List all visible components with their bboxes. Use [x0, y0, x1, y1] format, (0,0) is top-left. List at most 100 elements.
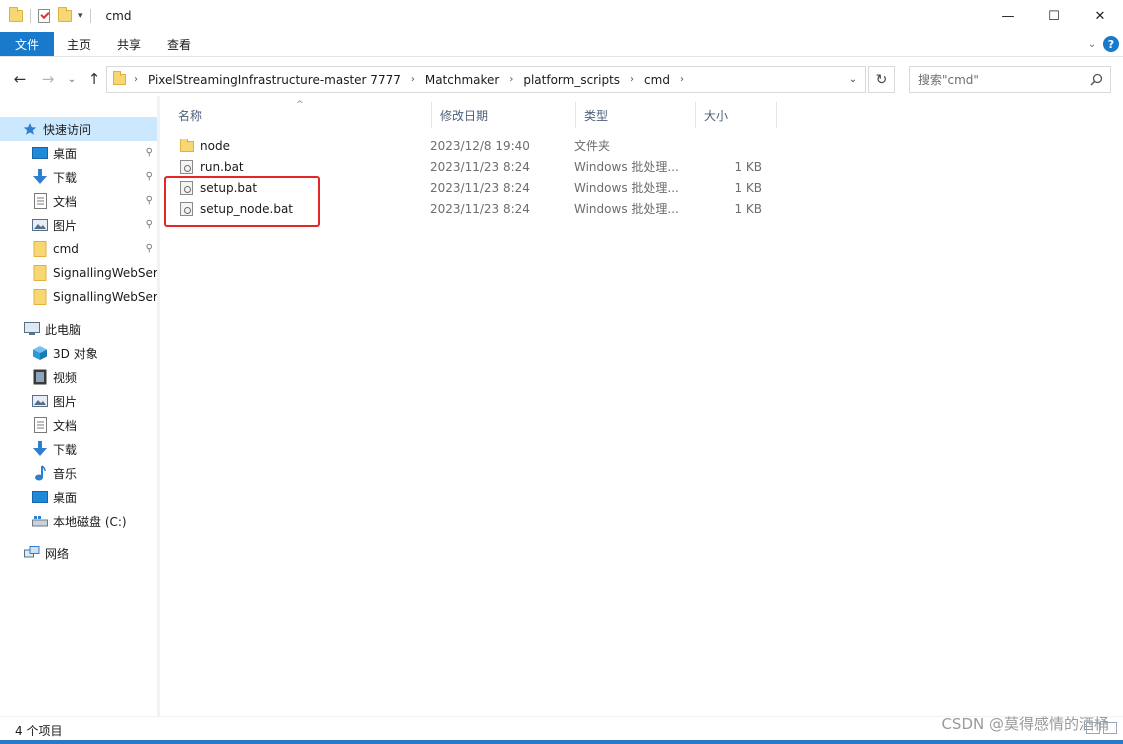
file-date: 2023/11/23 8:24 [430, 180, 530, 195]
back-button[interactable]: ← [10, 69, 30, 89]
pin-icon[interactable]: ⚲ [146, 219, 153, 230]
sidebar-item-label: 图片 [53, 218, 78, 233]
sidebar-item-downloads[interactable]: 下载 [32, 437, 157, 461]
folder-icon [9, 7, 23, 22]
tab-home[interactable]: 主页 [54, 32, 104, 56]
toolbar-divider [30, 9, 31, 23]
file-row[interactable]: node 2023/12/8 19:40 文件夹 [170, 135, 762, 156]
pin-icon[interactable]: ⚲ [146, 171, 153, 182]
folder-icon [32, 265, 48, 281]
search-box[interactable] [909, 66, 1111, 93]
drive-icon [32, 513, 48, 529]
download-icon [32, 169, 48, 185]
sidebar-item-pictures[interactable]: 图片 [32, 389, 157, 413]
sidebar-item-music[interactable]: 音乐 [32, 461, 157, 485]
computer-icon [24, 321, 40, 337]
breadcrumb-pixelstreaming[interactable]: PixelStreamingInfrastructure-master 7777 [148, 73, 401, 87]
file-size: 1 KB [734, 159, 762, 174]
sidebar-item-desktop[interactable]: 桌面 [32, 485, 157, 509]
expand-ribbon-icon[interactable]: ⌄ [1085, 37, 1099, 51]
sidebar-item-local-disk[interactable]: 本地磁盘 (C:) [32, 509, 157, 533]
breadcrumb-separator[interactable]: › [411, 74, 415, 85]
sidebar-item-3d-objects[interactable]: 3D 对象 [32, 341, 157, 365]
file-row[interactable]: run.bat 2023/11/23 8:24 Windows 批处理... 1… [170, 156, 762, 177]
sidebar-item-label: 文档 [53, 418, 78, 433]
up-button[interactable]: ↑ [84, 69, 104, 89]
ribbon-tabs: 文件 主页 共享 查看 ⌄ ? [0, 32, 1123, 57]
file-name-cell: run.bat [170, 159, 430, 174]
breadcrumb-platform-scripts[interactable]: platform_scripts [523, 73, 620, 87]
sidebar-item-downloads[interactable]: 下载 ⚲ [32, 165, 157, 189]
desktop-icon [32, 489, 48, 505]
sidebar-item-quick-access[interactable]: 快速访问 [0, 117, 157, 141]
sidebar-item-signallingwebserver[interactable]: SignallingWebServer [32, 285, 157, 309]
column-header-label: 名称 [178, 108, 203, 123]
address-history-button[interactable]: ⌄ [841, 67, 865, 92]
sidebar-item-label: SignallingWebServer [53, 290, 157, 304]
sidebar-item-desktop[interactable]: 桌面 ⚲ [32, 141, 157, 165]
sidebar-item-label: 此电脑 [45, 322, 82, 337]
column-header-type[interactable]: 类型 [576, 102, 696, 128]
pin-icon[interactable]: ⚲ [146, 195, 153, 206]
search-input[interactable] [918, 72, 1078, 87]
sidebar-item-label: 视频 [53, 370, 78, 385]
forward-button[interactable]: → [38, 69, 58, 89]
tab-view[interactable]: 查看 [154, 32, 204, 56]
sidebar-item-signallingwebserver[interactable]: SignallingWebServer [32, 261, 157, 285]
sidebar-item-cmd[interactable]: cmd ⚲ [32, 237, 157, 261]
file-row[interactable]: setup.bat 2023/11/23 8:24 Windows 批处理...… [170, 177, 762, 198]
sidebar-item-label: cmd [53, 242, 79, 256]
file-row[interactable]: setup_node.bat 2023/11/23 8:24 Windows 批… [170, 198, 762, 219]
sidebar-item-pictures[interactable]: 图片 ⚲ [32, 213, 157, 237]
help-icon[interactable]: ? [1103, 36, 1119, 52]
folder-icon [113, 71, 126, 85]
sidebar-item-label: 本地磁盘 (C:) [53, 514, 127, 529]
sidebar-item-label: 桌面 [53, 146, 78, 161]
large-icons-view-icon[interactable] [1103, 722, 1117, 734]
customize-toolbar-icon[interactable]: ▾ [78, 11, 83, 21]
folder-icon [32, 241, 48, 257]
address-bar[interactable]: › PixelStreamingInfrastructure-master 77… [106, 66, 866, 93]
maximize-button[interactable]: ☐ [1031, 0, 1077, 32]
column-header-size[interactable]: 大小 [696, 102, 777, 128]
new-folder-icon[interactable] [58, 7, 72, 22]
search-icon[interactable] [1090, 73, 1103, 86]
sidebar-item-network[interactable]: 网络 [24, 541, 157, 565]
refresh-button[interactable]: ↻ [868, 66, 895, 93]
column-header-date[interactable]: 修改日期 [432, 102, 576, 128]
details-view-icon[interactable] [1086, 722, 1100, 734]
file-size: 1 KB [734, 180, 762, 195]
breadcrumb-separator[interactable]: › [509, 74, 513, 85]
sidebar-scrollbar[interactable] [157, 96, 160, 716]
sidebar-item-documents[interactable]: 文档 [32, 413, 157, 437]
watermark: CSDN @莫得感情的酒桶 [941, 715, 1109, 733]
file-date: 2023/12/8 19:40 [430, 138, 530, 153]
breadcrumb-cmd[interactable]: cmd [644, 73, 670, 87]
properties-icon[interactable] [38, 9, 50, 23]
column-header-name[interactable]: 名称 ^ [170, 100, 432, 128]
window-bottom-edge [0, 740, 1123, 744]
breadcrumb-separator[interactable]: › [680, 74, 684, 85]
breadcrumb-separator[interactable]: › [134, 74, 138, 85]
pin-icon[interactable]: ⚲ [146, 147, 153, 158]
file-size: 1 KB [734, 201, 762, 216]
tab-share[interactable]: 共享 [104, 32, 154, 56]
breadcrumb-matchmaker[interactable]: Matchmaker [425, 73, 500, 87]
sidebar-item-documents[interactable]: 文档 ⚲ [32, 189, 157, 213]
tab-file[interactable]: 文件 [0, 32, 55, 56]
toolbar-divider [89, 9, 91, 23]
close-button[interactable]: ✕ [1077, 0, 1123, 32]
sidebar-item-videos[interactable]: 视频 [32, 365, 157, 389]
pin-icon[interactable]: ⚲ [146, 243, 153, 254]
breadcrumb-separator[interactable]: › [630, 74, 634, 85]
video-icon [32, 369, 48, 385]
recent-locations-button[interactable]: ⌄ [62, 69, 82, 89]
file-name: node [200, 138, 230, 153]
window-controls: — ☐ ✕ [985, 0, 1123, 32]
minimize-button[interactable]: — [985, 0, 1031, 32]
item-count: 4 个项目 [15, 724, 63, 738]
sidebar-item-this-pc[interactable]: 此电脑 [24, 317, 157, 341]
music-icon [32, 465, 48, 481]
quick-access-toolbar: ▾ [0, 0, 98, 32]
sidebar-item-label: 下载 [53, 442, 78, 457]
